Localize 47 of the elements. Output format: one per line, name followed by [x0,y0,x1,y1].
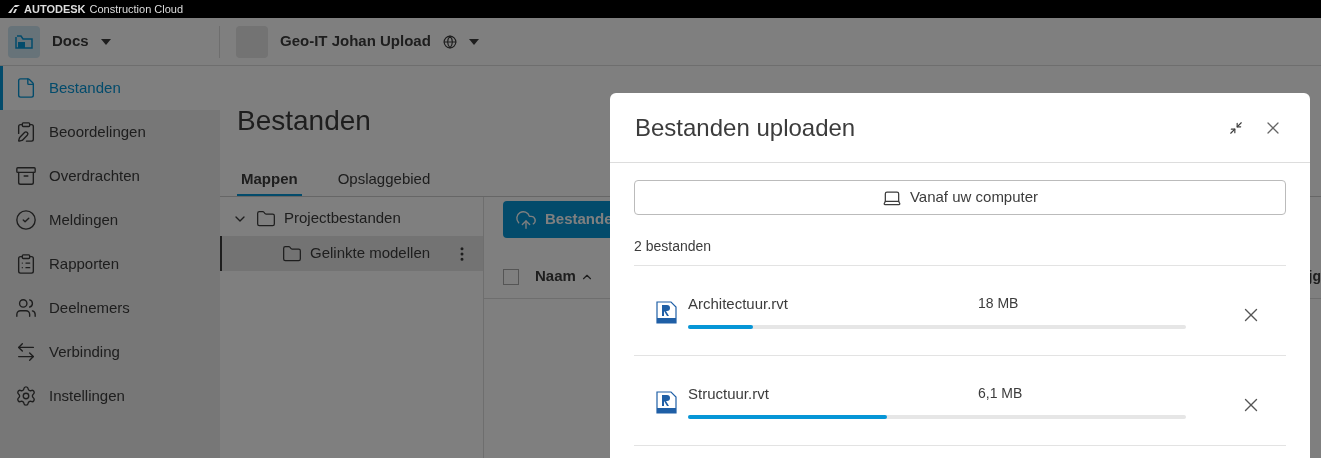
tab[interactable]: Opslaggebied [333,164,435,196]
tree-item[interactable]: Gelinkte modellen [220,236,483,271]
docs-app-icon [8,25,40,58]
sidebar-item[interactable]: Overdrachten [0,154,220,198]
report-icon [15,253,37,275]
module-dropdown[interactable]: Docs [52,30,111,53]
from-computer-button[interactable]: Vanaf uw computer [634,180,1286,215]
folder-name: Gelinkte modellen [310,243,432,264]
brand-name: AUTODESK [24,1,86,17]
select-all-checkbox[interactable] [503,268,519,285]
revit-file-icon [656,391,677,414]
users-icon [15,297,37,319]
sidebar-item[interactable]: Verbinding [0,330,220,374]
sidebar-item[interactable]: Bestanden [0,66,220,110]
tab[interactable]: Mappen [237,164,302,196]
autodesk-logo-icon [8,5,20,13]
sidebar-item[interactable]: Deelnemers [0,286,220,330]
file-name: Structuur.rvt [688,383,770,404]
file-count: 2 bestanden [634,237,712,256]
folder-name: Projectbestanden [284,208,402,229]
column-header[interactable]: Naam [535,265,576,288]
archive-icon [15,165,37,187]
sidebar-item[interactable]: Rapporten [0,242,220,286]
file-size: 6,1 MB [978,383,1023,403]
product-name: Construction Cloud [89,1,184,17]
check-circle-icon [15,209,37,231]
project-dropdown[interactable]: Geo-IT Johan Upload [280,30,479,53]
caret-icon [100,38,111,45]
arrows-icon [15,341,37,363]
settings-icon [15,385,37,407]
folder-icon [282,243,302,264]
revit-file-icon [656,301,677,324]
clipboard-pen-icon [15,121,37,143]
globe-icon [442,34,457,49]
sidebar-item[interactable]: Meldingen [0,198,220,242]
cloud-upload-icon [515,208,537,231]
tree-item[interactable]: Projectbestanden [220,201,483,236]
sidebar-item[interactable]: Instellingen [0,374,220,418]
caret-icon [468,38,479,45]
file-size: 18 MB [978,293,1019,313]
collapse-icon[interactable] [1229,120,1243,135]
file-icon [15,77,37,99]
dialog-title: Bestanden uploaden [635,112,857,143]
file-name: Architectuur.rvt [688,293,790,314]
sidebar-item[interactable]: Beoordelingen [0,110,220,154]
folder-icon [256,208,276,229]
page-title: Bestanden [236,104,371,138]
